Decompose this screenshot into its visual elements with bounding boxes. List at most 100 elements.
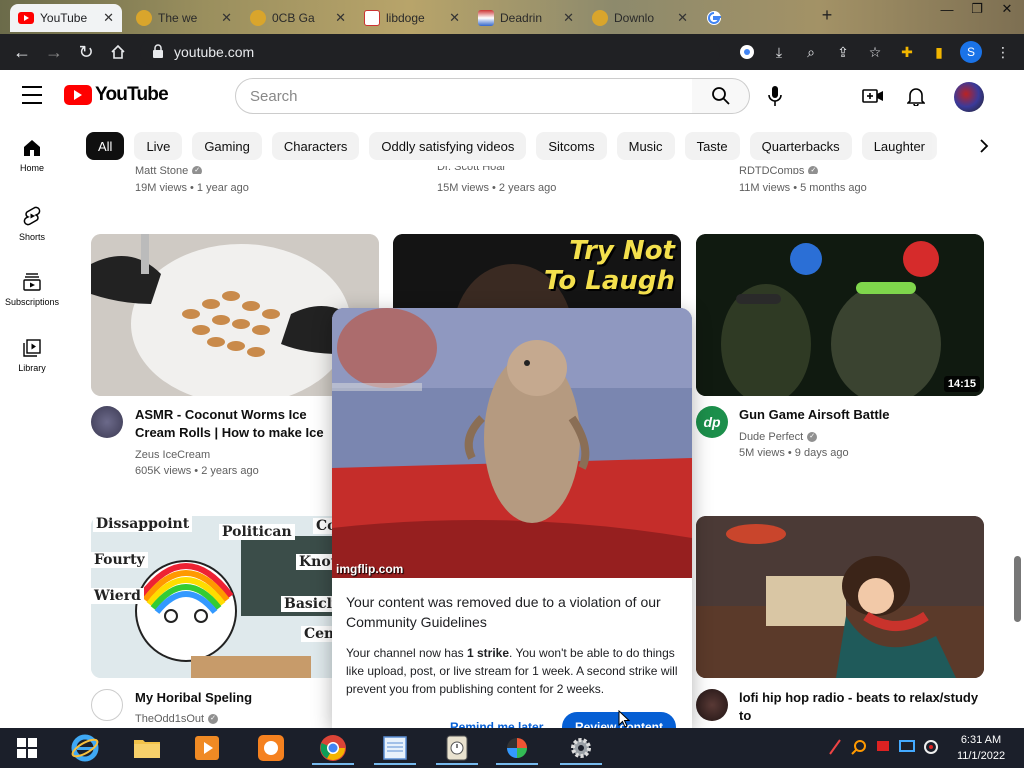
chip-laughter[interactable]: Laughter (861, 132, 938, 160)
strike-dialog: imgflip.com Your content was removed due… (332, 308, 692, 728)
chevron-right-icon[interactable] (972, 136, 996, 156)
scrollbar-thumb[interactable] (1014, 556, 1021, 622)
channel-name[interactable]: Dude Perfect (739, 431, 803, 443)
create-video-button[interactable] (860, 82, 886, 110)
volume-tray-icon[interactable] (922, 738, 940, 756)
remind-me-later-button[interactable]: Remind me later (450, 720, 543, 728)
taskbar-app-colorful[interactable] (490, 731, 544, 765)
taskbar-media-player[interactable] (180, 731, 234, 765)
home-button-icon[interactable] (102, 36, 134, 68)
view-count: 605K views • 2 years ago (135, 465, 259, 477)
pen-tray-icon[interactable] (826, 738, 844, 756)
flag-tray-icon[interactable] (874, 738, 892, 756)
channel-name[interactable]: Dr. Scott Hoar (437, 166, 556, 174)
tab-close-icon[interactable]: ✕ (103, 10, 114, 26)
chip-taste[interactable]: Taste (684, 132, 740, 160)
tab-download[interactable]: Downlo ✕ (584, 4, 696, 32)
taskbar-file-explorer[interactable] (120, 731, 174, 765)
video-thumbnail[interactable]: 14:15 (696, 234, 984, 396)
tab-deadrin[interactable]: Deadrin ✕ (470, 4, 582, 32)
channel-avatar[interactable] (696, 689, 728, 721)
back-arrow-icon[interactable]: ← (6, 36, 38, 68)
voice-search-button[interactable] (762, 82, 788, 110)
channel-name[interactable]: Matt Stone (135, 166, 188, 174)
tab-close-icon[interactable]: ✕ (677, 10, 688, 26)
menu-kebab-icon[interactable]: ⋮ (990, 38, 1016, 66)
taskbar-settings[interactable] (554, 731, 608, 765)
profile-avatar[interactable]: S (958, 38, 984, 66)
verified-icon: ✓ (192, 166, 203, 174)
filter-chips: All Live Gaming Characters Oddly satisfy… (86, 132, 938, 160)
new-tab-button[interactable]: + (812, 5, 842, 25)
clock-date: 11/1/2022 (956, 750, 1006, 762)
hamburger-menu-icon[interactable] (22, 86, 42, 104)
reload-icon[interactable]: ↻ (70, 36, 102, 68)
taskbar-chrome[interactable] (306, 731, 360, 765)
tab-close-icon[interactable]: ✕ (221, 10, 232, 26)
search-tray-icon[interactable] (850, 738, 868, 756)
chip-music[interactable]: Music (616, 132, 675, 160)
sidebar-item-subscriptions[interactable]: Subscriptions (0, 260, 64, 320)
video-title[interactable]: My Horibal Speling (135, 689, 335, 707)
channel-avatar[interactable] (91, 689, 123, 721)
forward-arrow-icon[interactable]: → (38, 36, 70, 68)
video-duration: 14:15 (943, 376, 980, 392)
google-lens-icon[interactable] (734, 38, 760, 66)
search-button[interactable] (692, 78, 750, 114)
youtube-logo[interactable]: YouTube (64, 84, 169, 106)
zoom-icon[interactable]: ⌕ (798, 38, 824, 66)
taskbar-notepad[interactable] (368, 731, 422, 765)
bookmark-star-icon[interactable]: ☆ (862, 38, 888, 66)
chip-gaming[interactable]: Gaming (192, 132, 262, 160)
chip-quarterbacks[interactable]: Quarterbacks (749, 132, 852, 160)
notifications-button[interactable] (903, 82, 929, 110)
channel-avatar[interactable]: dp (696, 406, 728, 438)
chip-oddly-satisfying[interactable]: Oddly satisfying videos (369, 132, 527, 160)
video-title[interactable]: lofi hip hop radio - beats to relax/stud… (739, 689, 979, 725)
channel-name[interactable]: Zeus IceCream (135, 449, 210, 461)
taskbar-app-clock[interactable] (430, 731, 484, 765)
restore-icon[interactable]: ❐ (962, 0, 992, 18)
tab-title: Deadrin (500, 11, 543, 25)
tab-close-icon[interactable]: ✕ (563, 10, 574, 26)
extensions-icon[interactable]: ✚ (894, 38, 920, 66)
sidebar-item-library[interactable]: Library (0, 326, 64, 386)
chip-all[interactable]: All (86, 132, 125, 160)
system-clock[interactable]: 6:31 AM 11/1/2022 (946, 732, 1016, 764)
tab-ocb[interactable]: 0CB Ga ✕ (242, 4, 354, 32)
install-icon[interactable]: ⤓ (766, 38, 792, 66)
chip-sitcoms[interactable]: Sitcoms (536, 132, 607, 160)
chip-characters[interactable]: Characters (271, 132, 360, 160)
tab-youtube[interactable]: YouTube ✕ (10, 4, 122, 32)
display-tray-icon[interactable] (898, 738, 916, 756)
web-favicon-icon (250, 10, 266, 26)
chip-live[interactable]: Live (134, 132, 183, 160)
video-thumbnail[interactable] (696, 516, 984, 678)
sidebar-item-shorts[interactable]: Shorts (0, 194, 64, 254)
search-input[interactable]: Search (235, 78, 693, 114)
taskbar-uc-browser[interactable] (244, 731, 298, 765)
sidebar-item-home[interactable]: Home (0, 126, 64, 186)
address-bar[interactable]: youtube.com (140, 38, 720, 66)
video-title[interactable]: Gun Game Airsoft Battle (739, 406, 979, 424)
taskbar-internet-explorer[interactable] (58, 731, 112, 765)
tab-web[interactable]: The we ✕ (128, 4, 240, 32)
microphone-icon (768, 86, 782, 106)
channel-avatar[interactable] (91, 406, 123, 438)
video-meta: Matt Stone ✓ 19M views • 1 year ago (135, 166, 249, 196)
channel-name[interactable]: RDTDComps (739, 166, 804, 174)
tab-close-icon[interactable]: ✕ (449, 10, 460, 26)
minimize-icon[interactable]: — (932, 0, 962, 18)
tab-google[interactable] (698, 4, 810, 32)
window-close-icon[interactable]: ✕ (992, 0, 1022, 18)
share-icon[interactable]: ⇪ (830, 38, 856, 66)
sidepanel-icon[interactable]: ▮ (926, 38, 952, 66)
video-title[interactable]: ASMR - Coconut Worms Ice Cream Rolls | H… (135, 406, 335, 442)
view-count: 5M views • 9 days ago (739, 447, 849, 459)
colorful-app-icon (507, 738, 527, 758)
account-avatar[interactable] (954, 82, 984, 112)
tab-close-icon[interactable]: ✕ (335, 10, 346, 26)
start-button[interactable] (0, 731, 54, 765)
channel-name[interactable]: TheOdd1sOut (135, 713, 204, 725)
tab-libdoge[interactable]: libdoge ✕ (356, 4, 468, 32)
